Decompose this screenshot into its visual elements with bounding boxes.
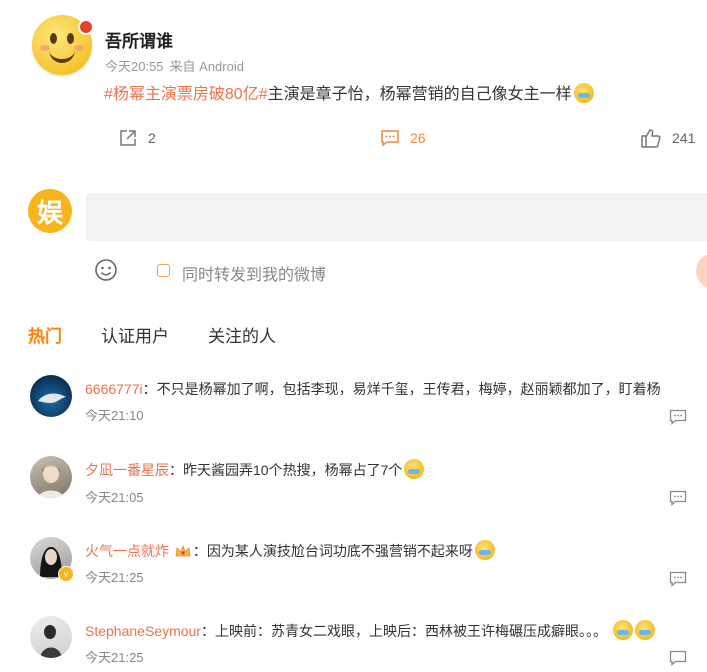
whale-image <box>38 393 66 403</box>
comment-username[interactable]: 火气一点就炸 <box>85 543 169 559</box>
comment-text: 昨天酱园弄10个热搜，杨幂占了7个 <box>183 462 403 478</box>
reply-button[interactable] <box>669 408 687 431</box>
comment-count: 26 <box>410 130 426 146</box>
post-source: 来自 Android <box>169 59 244 74</box>
my-avatar: 娱 <box>28 189 72 233</box>
repost-icon <box>120 130 136 146</box>
commenter-avatar[interactable] <box>30 616 72 658</box>
comment-time: 今天21:05 <box>85 490 144 505</box>
comment-time: 今天21:25 <box>85 650 144 665</box>
verified-badge-icon: v <box>58 566 74 582</box>
avatar-eye <box>67 33 74 44</box>
smile-icon <box>95 259 117 281</box>
commenter-avatar[interactable] <box>30 456 72 498</box>
comment-username[interactable]: 夕凪一番星辰 <box>85 462 169 478</box>
tab-following[interactable]: 关注的人 <box>208 322 276 347</box>
person-photo <box>38 465 64 498</box>
comment-line: 6666777i：不只是杨幂加了啊，包括李现，易烊千玺，王传君，梅婷，赵丽颖都加… <box>85 379 661 399</box>
tab-verified[interactable]: 认证用户 <box>101 322 169 347</box>
comment-line: StephaneSeymour：上映前：苏青女二戏眼，上映后：西林被王许梅碾压成… <box>85 620 655 641</box>
comment-line: 火气一点就炸 ：因为某人演技尬台词功底不强营销不起来呀 <box>85 540 495 561</box>
reply-icon <box>669 650 687 666</box>
reply-icon <box>669 490 687 506</box>
laugh-cry-emoji-icon <box>404 459 425 479</box>
like-icon <box>641 129 661 148</box>
laugh-cry-emoji-icon <box>573 83 594 103</box>
reply-icon <box>669 571 687 587</box>
like-count: 241 <box>672 130 696 146</box>
avatar-badge <box>78 19 94 35</box>
comment-text: 因为某人演技尬台词功底不强营销不起来呀 <box>206 543 473 559</box>
emoji-button[interactable] <box>94 258 118 287</box>
comment-time: 今天21:25 <box>85 570 144 585</box>
topic-link[interactable]: #杨幂主演票房破80亿# <box>104 86 268 103</box>
repost-count: 2 <box>148 130 156 146</box>
comment-username[interactable]: 6666777i <box>85 381 143 397</box>
tab-hot[interactable]: 热门 <box>28 322 62 347</box>
comment-separator: ： <box>169 462 183 478</box>
post-time[interactable]: 今天20:55 <box>105 59 164 74</box>
comment-separator: ： <box>142 381 157 397</box>
author-avatar[interactable] <box>32 15 94 75</box>
avatar-blush <box>74 45 84 51</box>
laugh-cry-emoji-icon <box>474 540 495 560</box>
comment-username[interactable]: StephaneSeymour <box>85 623 201 639</box>
comment-text: 不只是杨幂加了啊，包括李现，易烊千玺，王传君，梅婷，赵丽颖都加了，盯着杨 <box>156 381 661 397</box>
send-button[interactable] <box>696 253 707 289</box>
avatar-eye <box>50 33 57 44</box>
comment-button[interactable]: 26 <box>380 128 426 148</box>
comment-time: 今天21:10 <box>85 408 144 423</box>
crying-emoji-icon <box>634 620 655 640</box>
repost-button[interactable]: 2 <box>118 128 156 148</box>
comment-line: 夕凪一番星辰：昨天酱园弄10个热搜，杨幂占了7个 <box>85 459 425 480</box>
post-meta: 今天20:55 来自 Android <box>105 56 250 75</box>
person-photo <box>40 625 62 658</box>
reply-button[interactable] <box>669 489 687 512</box>
forward-checkbox[interactable] <box>157 264 170 277</box>
reply-button[interactable] <box>669 649 687 672</box>
avatar-mouth <box>49 45 75 63</box>
post-body: #杨幂主演票房破80亿#主演是章子怡，杨幂营销的自己像女主一样 <box>104 80 594 104</box>
author-name[interactable]: 吾所谓谁 <box>105 27 173 52</box>
like-button[interactable]: 241 <box>640 128 695 148</box>
crown-badge-icon <box>175 544 191 557</box>
comment-separator: ： <box>192 543 207 559</box>
forward-label[interactable]: 同时转发到我的微博 <box>182 261 326 285</box>
comment-separator: ： <box>200 623 215 639</box>
comment-text: 上映前：苏青女二戏眼，上映后：西林被王许梅碾压成癖眼。。。 <box>214 623 607 639</box>
reply-button[interactable] <box>669 570 687 593</box>
comment-input[interactable] <box>86 193 707 241</box>
post-text: 主演是章子怡，杨幂营销的自己像女主一样 <box>267 86 572 103</box>
crying-emoji-icon <box>612 620 633 640</box>
reply-icon <box>669 409 687 425</box>
comment-icon <box>381 130 399 147</box>
commenter-avatar[interactable] <box>30 375 72 417</box>
